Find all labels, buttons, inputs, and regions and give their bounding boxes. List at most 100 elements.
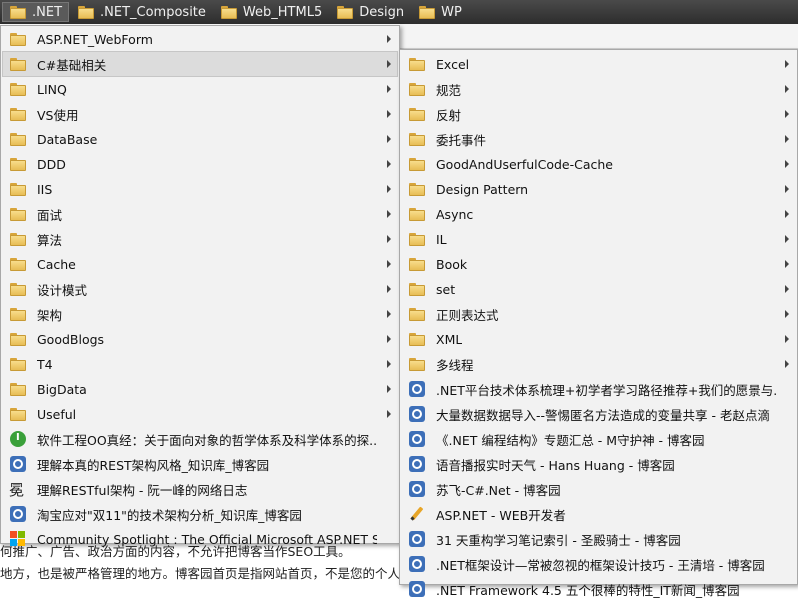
- chevron-right-icon: [387, 385, 391, 393]
- menu-bookmark-item[interactable]: 理解本真的REST架构风格_知识库_博客园: [3, 452, 397, 476]
- bookmark-folder-0[interactable]: .NET: [2, 2, 70, 22]
- menu-folder-item[interactable]: Async: [402, 202, 795, 226]
- menu-item-label: .NET框架设计—常被忽视的框架设计技巧 - 王清培 - 博客园: [436, 557, 765, 573]
- menu-folder-item[interactable]: C#基础相关: [2, 51, 398, 77]
- menu-folder-item[interactable]: Book: [402, 252, 795, 276]
- menu-item-label: Book: [436, 256, 468, 272]
- menu-folder-item[interactable]: 设计模式: [3, 277, 397, 301]
- microsoft-icon: [9, 531, 27, 547]
- menu-folder-item[interactable]: 委托事件: [402, 127, 795, 151]
- menu-bookmark-item[interactable]: .NET平台技术体系梳理+初学者学习路径推荐+我们的愿景与...: [402, 377, 795, 401]
- menu-item-label: ASP.NET_WebForm: [37, 31, 153, 47]
- folder-icon: [9, 181, 27, 197]
- menu-folder-item[interactable]: IIS: [3, 177, 397, 201]
- menu-item-label: IL: [436, 231, 447, 247]
- menu-folder-item[interactable]: 正则表达式: [402, 302, 795, 326]
- menu-folder-item[interactable]: Useful: [3, 402, 397, 426]
- chevron-right-icon: [387, 310, 391, 318]
- bookmark-folder-4[interactable]: WP: [412, 2, 468, 22]
- menu-folder-item[interactable]: 面试: [3, 202, 397, 226]
- menu-folder-item[interactable]: 算法: [3, 227, 397, 251]
- chevron-right-icon: [387, 335, 391, 343]
- cnblogs-icon: [9, 506, 27, 522]
- menu-bookmark-item[interactable]: 31 天重构学习笔记索引 - 圣殿骑士 - 博客园: [402, 527, 795, 551]
- folder-icon: [9, 206, 27, 222]
- menu-folder-item[interactable]: DataBase: [3, 127, 397, 151]
- menu-folder-item[interactable]: 反射: [402, 102, 795, 126]
- bookmark-folder-menu-csharp: Excel 规范反射委托事件 GoodAndUserfulCode-Cache Des…: [399, 49, 798, 598]
- menu-folder-item[interactable]: LINQ: [3, 77, 397, 101]
- menu-bookmark-item[interactable]: Community Spotlight : The Official Micro…: [3, 527, 397, 551]
- menu-item-label: 算法: [37, 232, 63, 248]
- menu-bookmark-item[interactable]: 《.NET 编程结构》专题汇总 - M守护神 - 博客园: [402, 427, 795, 451]
- chevron-right-icon: [785, 235, 789, 243]
- menu-folder-item[interactable]: 规范: [402, 77, 795, 101]
- cnblogs-icon: [408, 531, 426, 547]
- menu-item-label: 委托事件: [436, 132, 487, 148]
- menu-folder-item[interactable]: T4: [3, 352, 397, 376]
- menu-item-label: 设计模式: [37, 282, 88, 298]
- cnblogs-icon: [408, 381, 426, 397]
- menu-item-label: Async: [436, 206, 474, 222]
- bookmark-folder-2[interactable]: Web_HTML5: [214, 2, 328, 22]
- menu-bookmark-item[interactable]: 软件工程OO真经：关于面向对象的哲学体系及科学体系的探...: [3, 427, 397, 451]
- folder-icon: [9, 331, 27, 347]
- menu-folder-item[interactable]: XML: [402, 327, 795, 351]
- cnblogs-icon: [408, 406, 426, 422]
- menu-folder-item[interactable]: IL: [402, 227, 795, 251]
- menu-item-label: DataBase: [37, 131, 98, 147]
- folder-icon: [408, 156, 426, 172]
- menu-bookmark-item[interactable]: 大量数据数据导入--警惕匿名方法造成的变量共享 - 老赵点滴: [402, 402, 795, 426]
- menu-folder-item[interactable]: 多线程: [402, 352, 795, 376]
- folder-icon: [408, 281, 426, 297]
- chevron-right-icon: [387, 285, 391, 293]
- folder-icon: [9, 231, 27, 247]
- menu-item-label: 规范: [436, 82, 462, 98]
- menu-bookmark-item[interactable]: ASP.NET - WEB开发者: [402, 502, 795, 526]
- folder-icon: [9, 81, 27, 97]
- menu-folder-item[interactable]: 架构: [3, 302, 397, 326]
- chevron-right-icon: [785, 110, 789, 118]
- bookmark-folder-3[interactable]: Design: [330, 2, 410, 22]
- menu-bookmark-item[interactable]: 语音播报实时天气 - Hans Huang - 博客园: [402, 452, 795, 476]
- menu-folder-item[interactable]: set: [402, 277, 795, 301]
- bookmark-folder-1[interactable]: .NET_Composite: [71, 2, 212, 22]
- menu-bookmark-item[interactable]: .NET Framework 4.5 五个很棒的特性_IT新闻_博客园: [402, 577, 795, 601]
- menu-item-label: GoodBlogs: [37, 331, 105, 347]
- menu-folder-item[interactable]: BigData: [3, 377, 397, 401]
- menu-folder-item[interactable]: Design Pattern: [402, 177, 795, 201]
- folder-icon: [9, 131, 27, 147]
- chevron-right-icon: [387, 210, 391, 218]
- menu-folder-item[interactable]: GoodBlogs: [3, 327, 397, 351]
- menu-folder-item[interactable]: DDD: [3, 152, 397, 176]
- menu-item-label: T4: [37, 356, 53, 372]
- menu-bookmark-item[interactable]: 理解RESTful架构 - 阮一峰的网络日志: [3, 477, 397, 501]
- cnblogs-icon: [408, 456, 426, 472]
- menu-bookmark-item[interactable]: .NET框架设计—常被忽视的框架设计技巧 - 王清培 - 博客园: [402, 552, 795, 576]
- menu-bookmark-item[interactable]: 淘宝应对"双11"的技术架构分析_知识库_博客园: [3, 502, 397, 526]
- menu-item-label: BigData: [37, 381, 87, 397]
- menu-folder-item[interactable]: GoodAndUserfulCode-Cache: [402, 152, 795, 176]
- menu-item-label: 多线程: [436, 357, 474, 373]
- folder-icon: [9, 356, 27, 372]
- chevron-right-icon: [785, 60, 789, 68]
- menu-folder-item[interactable]: Excel: [402, 52, 795, 76]
- menu-folder-item[interactable]: VS使用: [3, 102, 397, 126]
- cnblogs-icon: [408, 481, 426, 497]
- menu-item-label: ASP.NET - WEB开发者: [436, 507, 566, 523]
- menu-item-label: 理解本真的REST架构风格_知识库_博客园: [37, 457, 270, 473]
- menu-item-label: VS使用: [37, 107, 79, 123]
- menu-item-label: C#基础相关: [37, 57, 107, 73]
- cnblogs-icon: [9, 456, 27, 472]
- menu-item-label: LINQ: [37, 81, 67, 97]
- menu-bookmark-item[interactable]: 苏飞-C#.Net - 博客园: [402, 477, 795, 501]
- menu-item-label: set: [436, 281, 456, 297]
- bookmark-folder-label: Web_HTML5: [242, 4, 323, 20]
- menu-folder-item[interactable]: Cache: [3, 252, 397, 276]
- folder-icon: [9, 156, 27, 172]
- menu-item-label: IIS: [37, 181, 53, 197]
- chevron-right-icon: [387, 85, 391, 93]
- menu-item-label: 理解RESTful架构 - 阮一峰的网络日志: [37, 482, 248, 498]
- folder-icon: [9, 31, 27, 47]
- menu-folder-item[interactable]: ASP.NET_WebForm: [3, 27, 397, 51]
